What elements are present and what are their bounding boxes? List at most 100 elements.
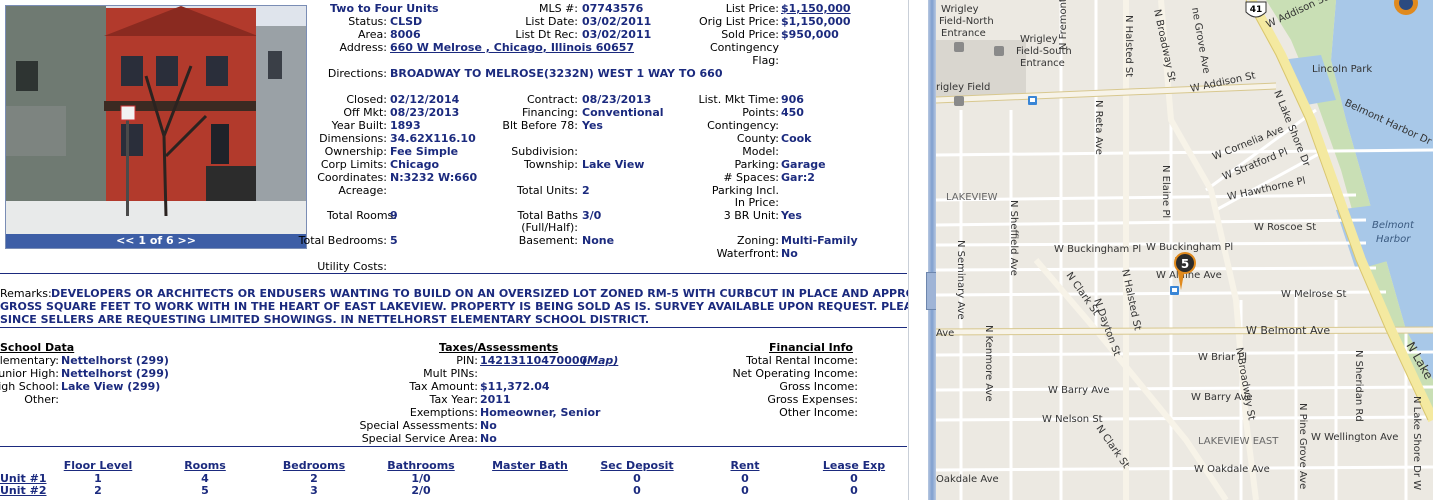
tax-amount-label: Tax Amount: [409, 380, 478, 393]
map-view[interactable]: 41 Wrigley Field-North Entrance Wrigley … [936, 0, 1433, 500]
svg-text:LAKEVIEW: LAKEVIEW [946, 192, 998, 203]
status-value: CLSD [390, 15, 423, 28]
basement-value: None [582, 234, 615, 247]
mult-pins-label: Mult PINs: [423, 367, 478, 380]
exemptions-value: Homeowner, Senior [480, 406, 601, 419]
remarks-line-2: GROSS SQUARE FEET TO WORK WITH IN THE HE… [0, 300, 908, 313]
svg-text:N Elaine Pl: N Elaine Pl [1160, 165, 1171, 218]
route-41-shield: 41 [1245, 1, 1267, 18]
col-rent: Rent [730, 459, 760, 472]
zoning-value: Multi-Family [781, 234, 858, 247]
net-operating-income-label: Net Operating Income: [732, 367, 858, 380]
rental-income-label: Total Rental Income: [746, 354, 858, 367]
unit-row-label: Unit #2 [0, 484, 47, 497]
subdivision-label: Subdivision: [511, 145, 578, 158]
col-lease-exp: Lease Exp [822, 459, 886, 472]
spaces-value: Gar:2 [781, 171, 815, 184]
transit-icon[interactable] [1170, 286, 1179, 295]
svg-text:W Buckingham Pl: W Buckingham Pl [1054, 244, 1141, 255]
table-cell: 0 [741, 484, 749, 497]
directions-value: BROADWAY TO MELROSE(3232N) WEST 1 WAY TO… [390, 67, 723, 80]
svg-text:W Melrose St: W Melrose St [1281, 289, 1347, 300]
total-units-label: Total Units: [516, 184, 578, 197]
mls-value: 07743576 [582, 2, 644, 15]
parking-value: Garage [781, 158, 826, 171]
svg-text:Lincoln Park: Lincoln Park [1312, 64, 1372, 75]
ownership-value: Fee Simple [390, 145, 459, 158]
svg-text:W Roscoe St: W Roscoe St [1254, 222, 1316, 233]
list-dt-rec-value: 03/02/2011 [582, 28, 652, 41]
property-photo[interactable]: << 1 of 6 >> [5, 5, 307, 249]
pin-label: PIN: [456, 354, 478, 367]
junior-high-value: Nettelhorst (299) [61, 367, 169, 380]
tax-amount-value: $11,372.04 [480, 380, 550, 393]
pin-link[interactable]: 14213110470000 [480, 354, 587, 367]
high-school-label: High School: [0, 380, 59, 393]
waterfront-label: Waterfront: [716, 247, 779, 260]
property-type: Two to Four Units [330, 2, 439, 15]
blt-before-78-label: Blt Before 78: [502, 119, 578, 132]
address-link[interactable]: 660 W Melrose , Chicago, Illinois 60657 [390, 41, 634, 54]
divider-rule [0, 273, 907, 274]
school-data-title: School Data [0, 341, 75, 354]
parking-incl-label-2: In Price: [734, 196, 779, 209]
list-price-value[interactable]: $1,150,000 [781, 2, 851, 15]
svg-text:Entrance: Entrance [1020, 58, 1065, 69]
svg-text:N Pine Grove Ave: N Pine Grove Ave [1297, 403, 1308, 489]
svg-text:N Seminary Ave: N Seminary Ave [955, 240, 966, 320]
listing-panel: << 1 of 6 >> Two to Four Units Status: C… [0, 0, 908, 500]
contingency-flag-label-2: Flag: [752, 54, 779, 67]
svg-text:Entrance: Entrance [941, 28, 986, 39]
svg-text:Oakdale Ave: Oakdale Ave [936, 474, 999, 485]
svg-text:Wrigley: Wrigley [1020, 34, 1058, 45]
dimensions-value: 34.62X116.10 [390, 132, 476, 145]
splitter-bar[interactable] [928, 0, 936, 500]
photo-pager[interactable]: << 1 of 6 >> [6, 234, 306, 248]
mls-label: MLS #: [538, 2, 578, 15]
pin-map-link[interactable]: (Map) [582, 354, 618, 367]
svg-text:Belmont: Belmont [1372, 220, 1415, 231]
taxes-title: Taxes/Assessments [439, 341, 559, 354]
svg-text:N Reta Ave: N Reta Ave [1093, 100, 1104, 155]
school-other-label: Other: [24, 393, 59, 406]
route-shield-label: 41 [1250, 5, 1263, 15]
pane-splitter[interactable] [908, 0, 940, 500]
svg-text:rigley Field: rigley Field [936, 82, 990, 93]
elementary-label: Elementary: [0, 354, 59, 367]
off-mkt-label: Off Mkt: [343, 106, 387, 119]
svg-text:Field-North: Field-North [939, 16, 994, 27]
col-bathrooms: Bathrooms [387, 459, 455, 472]
svg-text:N Kenmore Ave: N Kenmore Ave [983, 325, 994, 402]
year-built-label: Year Built: [331, 119, 387, 132]
list-dt-rec-label: List Dt Rec: [515, 28, 578, 41]
exemptions-label: Exemptions: [409, 406, 478, 419]
transit-icon[interactable] [1028, 96, 1037, 105]
table-cell: 3 [310, 484, 318, 497]
status-label: Status: [348, 15, 387, 28]
col-rooms: Rooms [184, 459, 226, 472]
ownership-label: Ownership: [324, 145, 387, 158]
divider-rule [0, 446, 907, 447]
waterfront-value: No [781, 247, 798, 260]
county-label: County: [736, 132, 779, 145]
total-baths-label-2: (Full/Half): [521, 221, 578, 234]
total-rooms-value: 9 [390, 209, 398, 222]
svg-text:N Halsted St: N Halsted St [1123, 15, 1134, 77]
blt-before-78-value: Yes [582, 119, 603, 132]
list-date-label: List Date: [525, 15, 578, 28]
utility-costs-label: Utility Costs: [317, 260, 387, 273]
svg-text:W Oakdale Ave: W Oakdale Ave [1194, 464, 1270, 475]
orig-list-price-label: Orig List Price: [699, 15, 779, 28]
table-cell: 5 [201, 484, 209, 497]
list-date-value: 03/02/2011 [582, 15, 652, 28]
table-cell: 2/0 [411, 484, 431, 497]
points-label: Points: [742, 106, 779, 119]
col-floor-level: Floor Level [63, 459, 133, 472]
county-value: Cook [781, 132, 812, 145]
map-canvas[interactable]: 41 Wrigley Field-North Entrance Wrigley … [936, 0, 1433, 500]
remarks-line-1: DEVELOPERS OR ARCHITECTS OR ENDUSERS WAN… [51, 287, 908, 300]
other-income-label: Other Income: [779, 406, 858, 419]
contract-label: Contract: [526, 93, 578, 106]
col-sec-deposit: Sec Deposit [600, 459, 674, 472]
gross-expenses-label: Gross Expenses: [767, 393, 858, 406]
